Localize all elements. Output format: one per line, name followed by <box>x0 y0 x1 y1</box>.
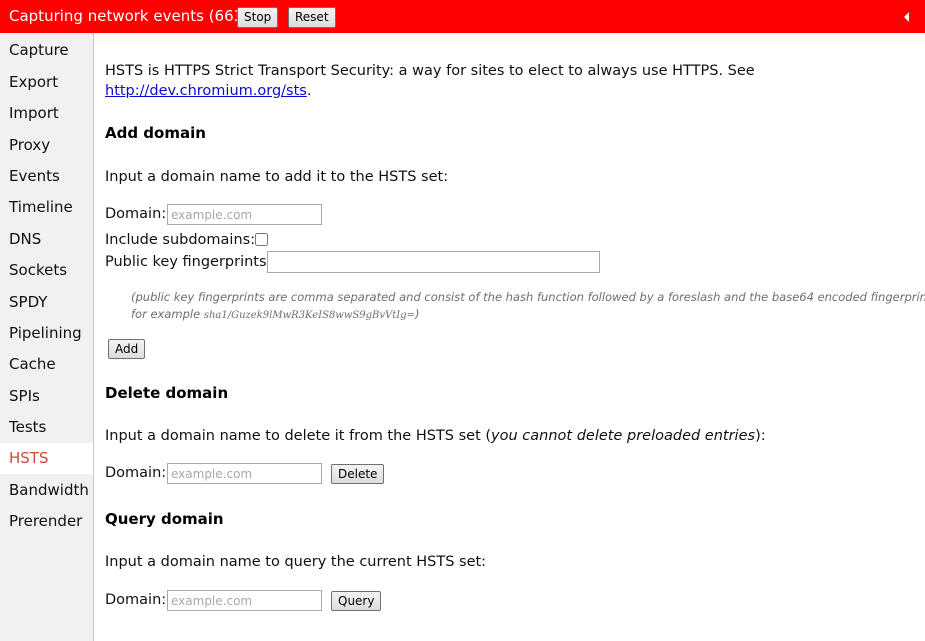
sidebar-item-timeline[interactable]: Timeline <box>0 192 93 223</box>
sidebar-item-prerender[interactable]: Prerender <box>0 506 93 537</box>
query-domain-label: Domain: <box>105 592 167 608</box>
sidebar-item-import[interactable]: Import <box>0 98 93 129</box>
sidebar-item-pipelining[interactable]: Pipelining <box>0 318 93 349</box>
stop-button[interactable]: Stop <box>237 7 279 28</box>
sidebar: Capture Export Import Proxy Events Timel… <box>0 33 94 641</box>
public-key-fingerprints-label: Public key fingerprints: <box>105 254 272 270</box>
fingerprint-note-prefix: for example <box>131 307 204 321</box>
sidebar-item-export[interactable]: Export <box>0 67 93 98</box>
add-domain-input[interactable] <box>167 204 322 225</box>
sidebar-item-dns[interactable]: DNS <box>0 224 93 255</box>
query-domain-heading: Query domain <box>105 510 224 528</box>
fingerprint-note-line-1: (public key fingerprints are comma separ… <box>131 290 925 304</box>
delete-desc-suffix: ): <box>755 428 766 444</box>
fingerprint-example: sha1/Guzek9lMwR3KeIS8wwS9gBvVtIg= <box>203 310 416 321</box>
delete-domain-label: Domain: <box>105 465 167 481</box>
hsts-panel: HSTS is HTTPS Strict Transport Security:… <box>95 33 925 641</box>
sidebar-item-proxy[interactable]: Proxy <box>0 130 93 161</box>
collapse-arrow-icon[interactable] <box>904 12 909 22</box>
add-domain-label: Domain: <box>105 206 167 222</box>
query-domain-description: Input a domain name to query the current… <box>105 554 487 570</box>
sidebar-item-capture[interactable]: Capture <box>0 35 93 66</box>
sidebar-item-tests[interactable]: Tests <box>0 412 93 443</box>
capture-status: Capturing network events (663) <box>9 7 250 25</box>
delete-button[interactable]: Delete <box>331 464 385 484</box>
fingerprint-note-suffix: ) <box>415 307 420 321</box>
public-key-fingerprints-input[interactable] <box>267 251 600 273</box>
sts-link[interactable]: http://dev.chromium.org/sts <box>105 83 307 99</box>
delete-domain-input[interactable] <box>167 463 322 484</box>
sidebar-item-sockets[interactable]: Sockets <box>0 255 93 286</box>
delete-domain-heading: Delete domain <box>105 384 229 402</box>
intro-link-line: http://dev.chromium.org/sts. <box>105 82 311 100</box>
intro-text: HSTS is HTTPS Strict Transport Security:… <box>105 63 755 79</box>
add-domain-heading: Add domain <box>105 124 206 142</box>
delete-desc-italic: you cannot delete preloaded entries <box>491 428 756 444</box>
delete-domain-description: Input a domain name to delete it from th… <box>105 427 766 445</box>
delete-desc-prefix: Input a domain name to delete it from th… <box>105 428 492 444</box>
add-domain-description: Input a domain name to add it to the HST… <box>105 169 449 185</box>
status-bar: Capturing network events (663) Stop Rese… <box>0 0 925 33</box>
reset-button[interactable]: Reset <box>288 7 336 28</box>
sidebar-item-bandwidth[interactable]: Bandwidth <box>0 475 93 506</box>
intro-period: . <box>306 83 312 99</box>
sidebar-item-hsts[interactable]: HSTS <box>0 443 93 474</box>
fingerprint-note-line-2: for example sha1/Guzek9lMwR3KeIS8wwS9gBv… <box>131 306 420 324</box>
sidebar-item-events[interactable]: Events <box>0 161 93 192</box>
query-button[interactable]: Query <box>331 591 382 611</box>
include-subdomains-label: Include subdomains: <box>105 232 256 248</box>
include-subdomains-checkbox[interactable] <box>255 233 268 246</box>
add-button[interactable]: Add <box>108 339 146 359</box>
sidebar-item-spdy[interactable]: SPDY <box>0 287 93 318</box>
sidebar-item-spis[interactable]: SPIs <box>0 381 93 412</box>
sidebar-item-cache[interactable]: Cache <box>0 349 93 380</box>
query-domain-input[interactable] <box>167 590 322 611</box>
